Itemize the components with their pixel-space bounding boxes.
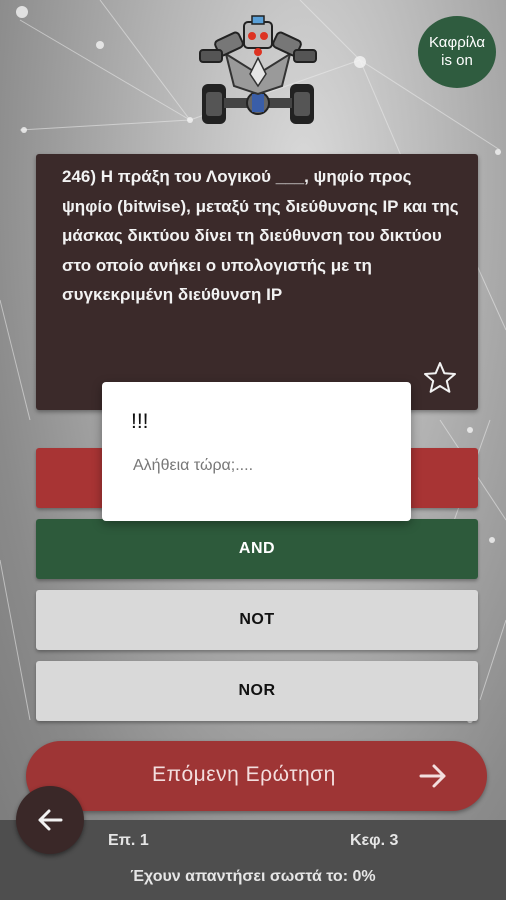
mode-badge[interactable]: Καφρίλα is on <box>418 16 496 88</box>
next-question-button[interactable]: Επόμενη Ερώτηση <box>26 741 487 811</box>
answer-option-not[interactable]: NOT <box>36 590 478 650</box>
star-outline-icon[interactable] <box>422 360 458 396</box>
dialog-title: !!! <box>131 410 149 433</box>
question-text: 246) Η πράξη του Λογικού ___, ψηφίο προς… <box>62 162 462 310</box>
arrow-left-icon <box>38 809 63 831</box>
answer-option-label: NOR <box>238 682 276 699</box>
back-button[interactable] <box>16 786 84 854</box>
mode-badge-line1: Καφρίλα <box>428 34 486 51</box>
episode-label: Επ. 1 <box>108 832 149 849</box>
mode-badge-line2: is on <box>441 52 473 69</box>
question-number: 246) <box>62 167 97 186</box>
dialog-message: Αλήθεια τώρα;.... <box>133 457 254 474</box>
arrow-right-icon <box>419 764 446 788</box>
alert-dialog[interactable]: !!! Αλήθεια τώρα;.... <box>102 382 411 521</box>
robot-car-logo <box>199 15 317 124</box>
question-card: 246) Η πράξη του Λογικού ___, ψηφίο προς… <box>36 154 478 410</box>
answer-option-label: NOT <box>239 611 275 628</box>
question-body: Η πράξη του Λογικού ___, ψηφίο προς ψηφί… <box>62 167 459 304</box>
chapter-label: Κεφ. 3 <box>350 832 399 849</box>
correct-stats-text: Έχουν απαντήσει σωστά το: 0% <box>130 868 376 885</box>
answer-option-nor[interactable]: NOR <box>36 661 478 721</box>
next-question-label: Επόμενη Ερώτηση <box>152 763 336 786</box>
answer-option-and[interactable]: AND <box>36 519 478 579</box>
answer-option-label: AND <box>238 540 276 557</box>
